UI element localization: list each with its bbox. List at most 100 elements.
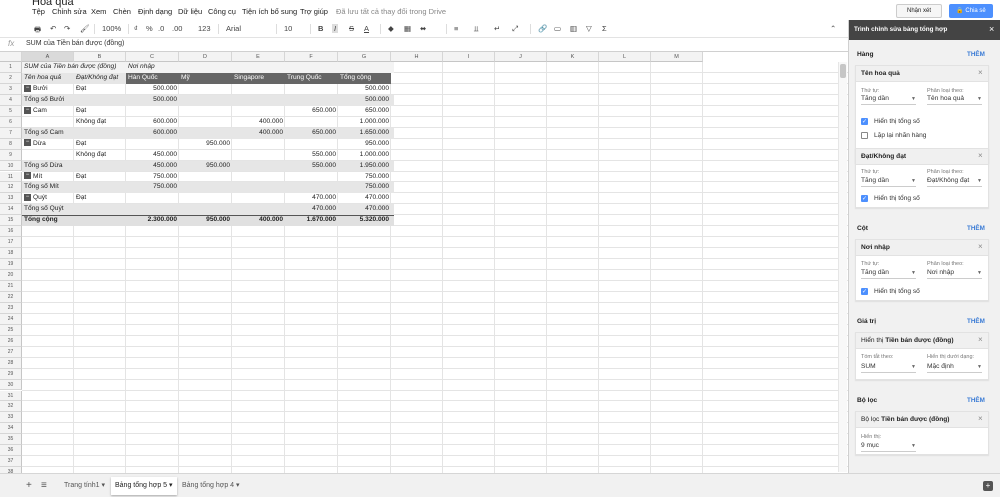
add-column-button[interactable]: THÊM [967, 225, 985, 232]
chevron-down-icon[interactable]: ▾ [169, 482, 173, 489]
more-formats-button[interactable]: 123 [198, 24, 211, 33]
show-select[interactable]: 9 mục ▼ [861, 442, 916, 452]
collapse-toolbar-icon[interactable]: ⌃ [830, 24, 836, 33]
row-header[interactable]: 1 [0, 62, 22, 73]
row-header[interactable]: 30 [0, 379, 22, 391]
filter-icon[interactable]: ▽ [586, 24, 592, 33]
row-header[interactable]: 28 [0, 357, 22, 369]
collapse-group-icon[interactable]: − [24, 84, 31, 92]
row-header[interactable]: 15 [0, 215, 22, 227]
row-header[interactable]: 22 [0, 291, 22, 303]
all-sheets-icon[interactable]: ≡ [41, 480, 47, 491]
currency-format-button[interactable]: ₫ [134, 24, 138, 33]
remove-field-icon[interactable]: × [978, 68, 983, 77]
pivot-cell[interactable]: 500.000 [338, 95, 391, 106]
pivot-row-label[interactable]: Tổng số Mít [22, 182, 74, 193]
pivot-cell[interactable]: 400.000 [232, 128, 285, 139]
column-header[interactable]: J [495, 52, 547, 62]
percent-format-button[interactable]: % [146, 24, 153, 33]
row-header[interactable]: 7 [0, 127, 22, 139]
share-button[interactable]: 🔒 Chia sẻ [949, 4, 993, 18]
decrease-decimal-button[interactable]: .0 [158, 24, 164, 33]
pivot-row-label[interactable]: − Cam [22, 106, 74, 117]
row-header[interactable]: 3 [0, 83, 22, 95]
row-header[interactable]: 12 [0, 182, 22, 194]
pivot-column-heading[interactable]: Đạt/Không đạt [74, 73, 126, 84]
remove-field-icon[interactable]: × [978, 335, 983, 344]
menu-view[interactable]: Xem [91, 7, 106, 16]
text-wrap-icon[interactable]: ↵ [494, 24, 500, 33]
row-header[interactable]: 37 [0, 456, 22, 468]
sortby-select[interactable]: Nơi nhập ▼ [927, 269, 982, 279]
column-header[interactable]: D [179, 52, 232, 62]
print-icon[interactable]: 🖶 [34, 24, 41, 37]
italic-button[interactable]: I [332, 24, 339, 33]
scrollbar-thumb[interactable] [840, 64, 846, 78]
pivot-cell[interactable]: 400.000 [232, 117, 285, 128]
pivot-cell[interactable]: 550.000 [285, 161, 338, 172]
pivot-cell[interactable]: 550.000 [285, 150, 338, 161]
row-header[interactable]: 29 [0, 368, 22, 380]
menu-addons[interactable]: Tiện ích bổ sung [242, 7, 297, 16]
pivot-cell[interactable]: 470.000 [285, 204, 338, 215]
pivot-cell[interactable]: 400.000 [232, 215, 285, 226]
align-vertical-icon[interactable]: ⫫ [474, 24, 478, 34]
row-header[interactable]: 9 [0, 149, 22, 161]
row-header[interactable]: 14 [0, 204, 22, 216]
row-header[interactable]: 21 [0, 281, 22, 292]
pivot-row-label[interactable]: Tổng số Quýt [22, 204, 74, 215]
pivot-cell[interactable]: 470.000 [338, 193, 391, 204]
pivot-cell[interactable]: 470.000 [338, 204, 391, 215]
column-header[interactable]: A [22, 52, 74, 62]
pivot-cell[interactable]: Đạt [74, 139, 126, 150]
remove-field-icon[interactable]: × [978, 151, 983, 160]
add-sheet-icon[interactable]: + [26, 480, 32, 491]
row-header[interactable]: 8 [0, 138, 22, 150]
collapse-group-icon[interactable]: − [24, 106, 31, 114]
sheet-tab-2[interactable]: Bảng tổng hợp 5 ▾ [111, 477, 177, 495]
remove-field-icon[interactable]: × [978, 242, 983, 251]
pivot-row-label[interactable]: Tổng cộng [22, 215, 74, 226]
pivot-column-heading[interactable]: Mỹ [179, 73, 232, 84]
row-header[interactable]: 36 [0, 445, 22, 457]
pivot-cell[interactable]: 650.000 [285, 128, 338, 139]
add-filter-button[interactable]: THÊM [967, 397, 985, 404]
row-header[interactable]: 33 [0, 412, 22, 424]
menu-format[interactable]: Định dạng [138, 7, 172, 16]
pivot-column-heading[interactable]: Tổng cộng [338, 73, 391, 84]
pivot-cell[interactable]: 950.000 [338, 139, 391, 150]
pivot-cell[interactable]: 600.000 [126, 117, 179, 128]
row-header[interactable]: 24 [0, 313, 22, 325]
pivot-cell[interactable]: 1.650.000 [338, 128, 391, 139]
pivot-row-label[interactable]: Tổng số Dừa [22, 161, 74, 172]
pivot-cell[interactable]: Nơi nhập [126, 62, 179, 73]
pivot-cell[interactable]: 500.000 [338, 84, 391, 95]
row-header[interactable]: 11 [0, 171, 22, 183]
increase-decimal-button[interactable]: .00 [172, 24, 182, 33]
row-header[interactable]: 4 [0, 94, 22, 106]
pivot-cell[interactable]: 1.000.000 [338, 117, 391, 128]
add-value-button[interactable]: THÊM [967, 318, 985, 325]
pivot-cell[interactable]: 950.000 [179, 215, 232, 226]
menu-edit[interactable]: Chỉnh sửa [52, 7, 87, 16]
pivot-cell[interactable]: 750.000 [338, 172, 391, 183]
column-header[interactable]: F [285, 52, 338, 62]
pivot-row-label[interactable]: Tổng số Cam [22, 128, 74, 139]
align-horizontal-icon[interactable]: ≡ [454, 24, 458, 33]
showas-select[interactable]: Mặc định ▼ [927, 363, 982, 373]
pivot-cell[interactable]: 470.000 [285, 193, 338, 204]
order-select[interactable]: Tăng dần ▼ [861, 269, 916, 279]
column-header[interactable]: I [443, 52, 495, 62]
pivot-cell[interactable]: 650.000 [338, 106, 391, 117]
show-totals-checkbox[interactable]: ✓ [861, 118, 868, 125]
pivot-cell[interactable]: 950.000 [179, 139, 232, 150]
functions-icon[interactable]: Σ [602, 24, 607, 33]
sortby-select[interactable]: Đạt/Không đạt ▼ [927, 177, 982, 187]
menu-data[interactable]: Dữ liệu [178, 7, 202, 16]
pivot-cell[interactable]: 750.000 [338, 182, 391, 193]
collapse-group-icon[interactable]: − [24, 172, 31, 180]
pivot-row-label[interactable]: − Bưởi [22, 84, 74, 95]
insert-comment-icon[interactable]: ▭ [554, 24, 561, 33]
pivot-row-label[interactable]: − Mít [22, 172, 74, 183]
zoom-select[interactable]: 100% [102, 24, 121, 33]
